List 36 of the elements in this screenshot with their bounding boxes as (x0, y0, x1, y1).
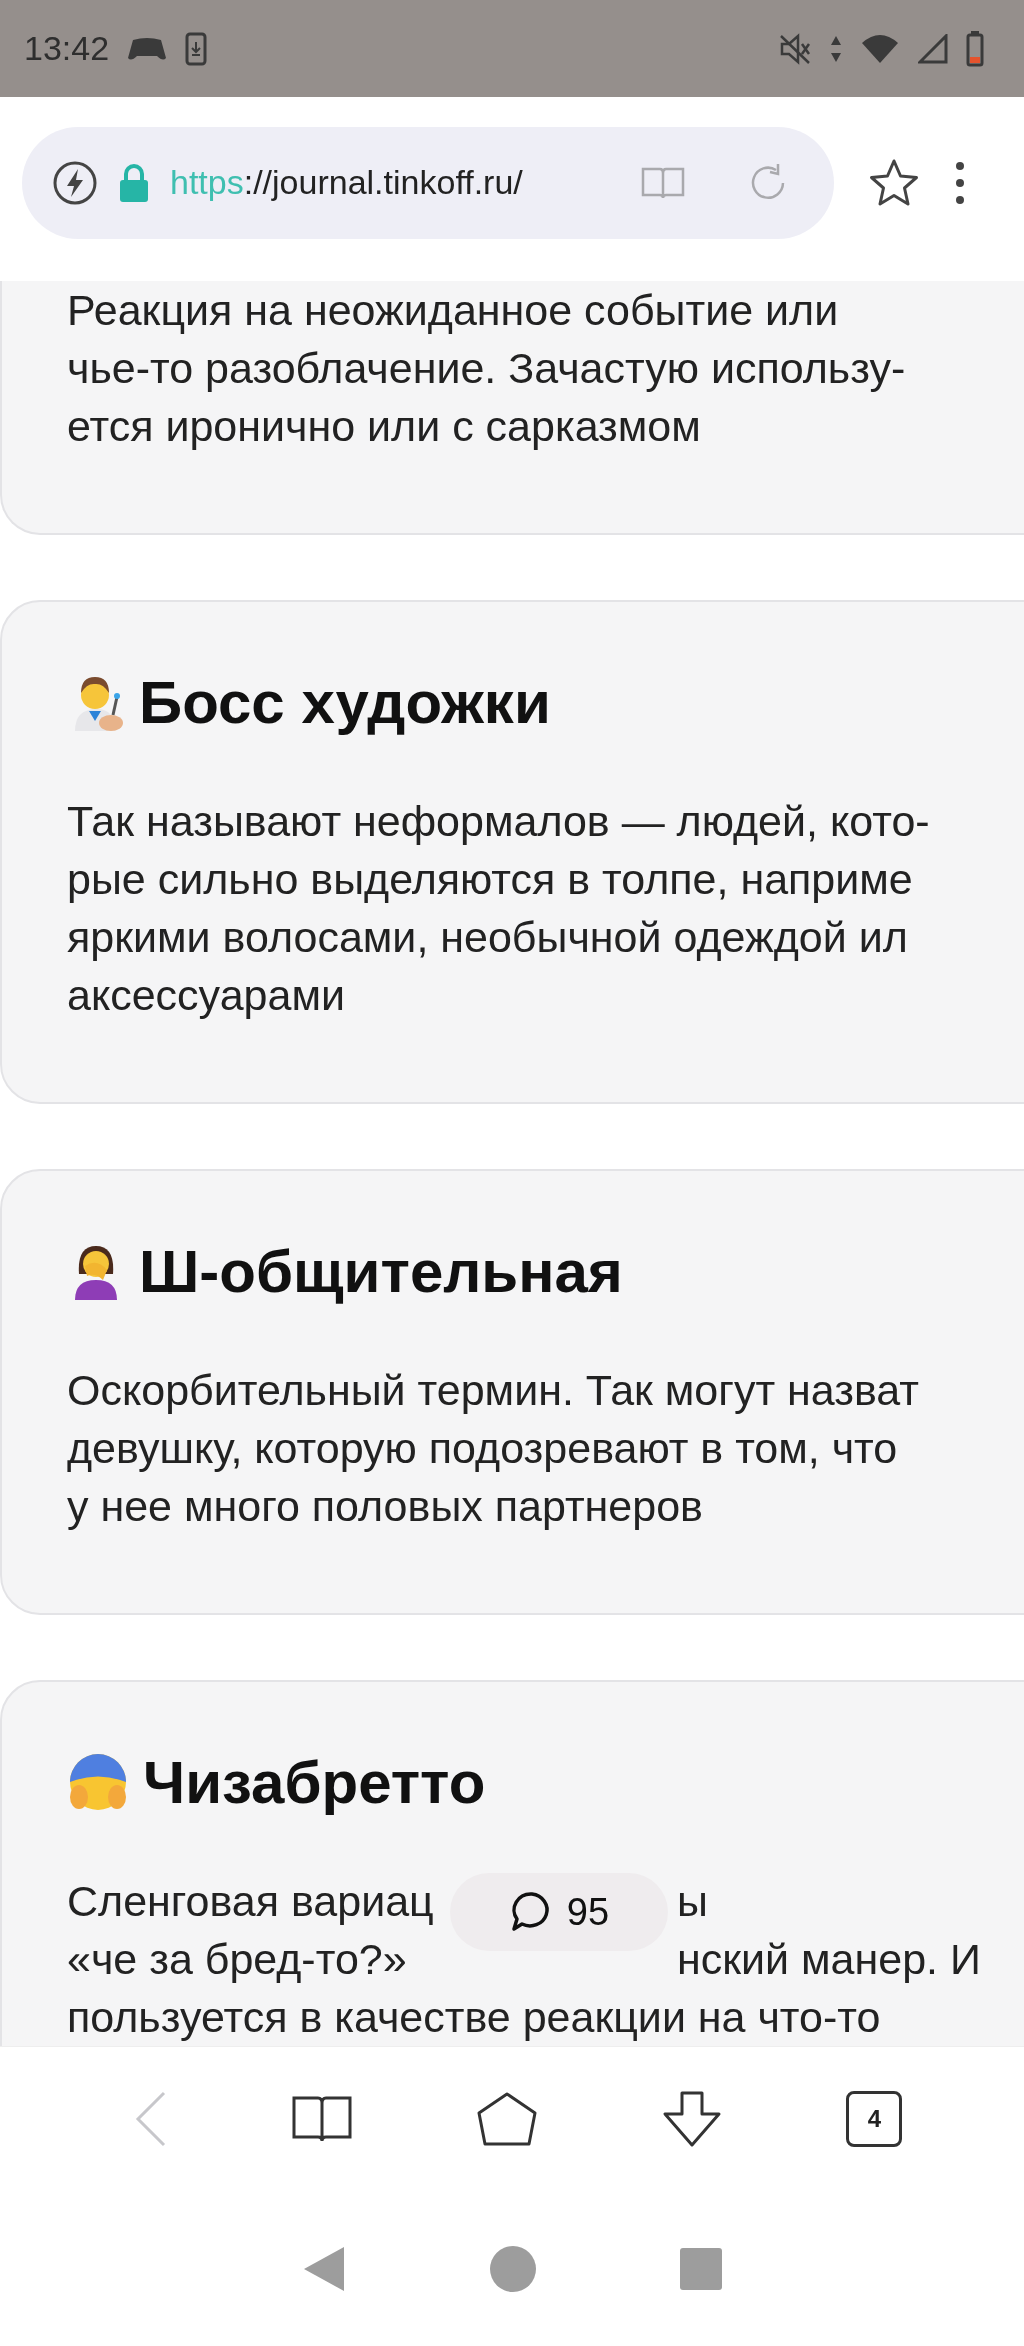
address-bar[interactable]: https://journal.tinkoff.ru/ (22, 126, 834, 239)
phone-download-icon (185, 31, 208, 66)
description-text: Так называют неформалов — людей, кото- (67, 796, 930, 846)
signal-icon (918, 33, 948, 64)
lock-icon (118, 162, 150, 203)
description-text: ется иронично или с сарказмом (67, 401, 701, 451)
description-text: у нее много половых партнеров (67, 1481, 703, 1531)
url-text: https://journal.tinkoff.ru/ (170, 163, 523, 202)
lightning-icon[interactable] (52, 159, 98, 206)
mute-icon (778, 32, 812, 65)
description-text: нский манер. И (677, 1934, 981, 1984)
description-text: Сленговая вариац (67, 1876, 434, 1926)
term-title: Чизабретто (143, 1747, 486, 1817)
book-icon[interactable] (290, 2094, 353, 2144)
tabs-button[interactable]: 4 (846, 2091, 903, 2147)
star-icon[interactable] (868, 157, 920, 208)
status-time: 13:42 (24, 29, 110, 68)
description-text: чье-то разоблачение. Зачастую использу- (67, 343, 906, 393)
home-circle-icon[interactable] (489, 2244, 537, 2293)
battery-icon (966, 30, 984, 67)
term-title: Ш-общительная (139, 1236, 623, 1306)
home-icon[interactable] (475, 2091, 538, 2147)
description-text: аксессуарами (67, 970, 345, 1020)
description-text: девушку, которую подозревают в том, что (67, 1423, 898, 1473)
comments-button[interactable]: 95 (450, 1873, 668, 1951)
description-text: Оскорбительный термин. Так могут назват (67, 1365, 920, 1415)
description-text: рые сильно выделяются в толпе, наприме (67, 854, 913, 904)
description-text: ы (677, 1876, 708, 1926)
description-text: «че за бред-то?» (67, 1934, 407, 1984)
description-text: пользуется в качестве реакции на что-то (67, 1992, 881, 2042)
description-text: яркими волосами, необычной одеждой ил (67, 912, 908, 962)
recents-square-icon[interactable] (680, 2247, 723, 2290)
description-text: Реакция на неожиданное событие или (67, 285, 839, 335)
term-title: Босс художки (139, 667, 551, 737)
more-menu-icon[interactable] (954, 159, 966, 206)
wifi-icon (860, 32, 900, 65)
